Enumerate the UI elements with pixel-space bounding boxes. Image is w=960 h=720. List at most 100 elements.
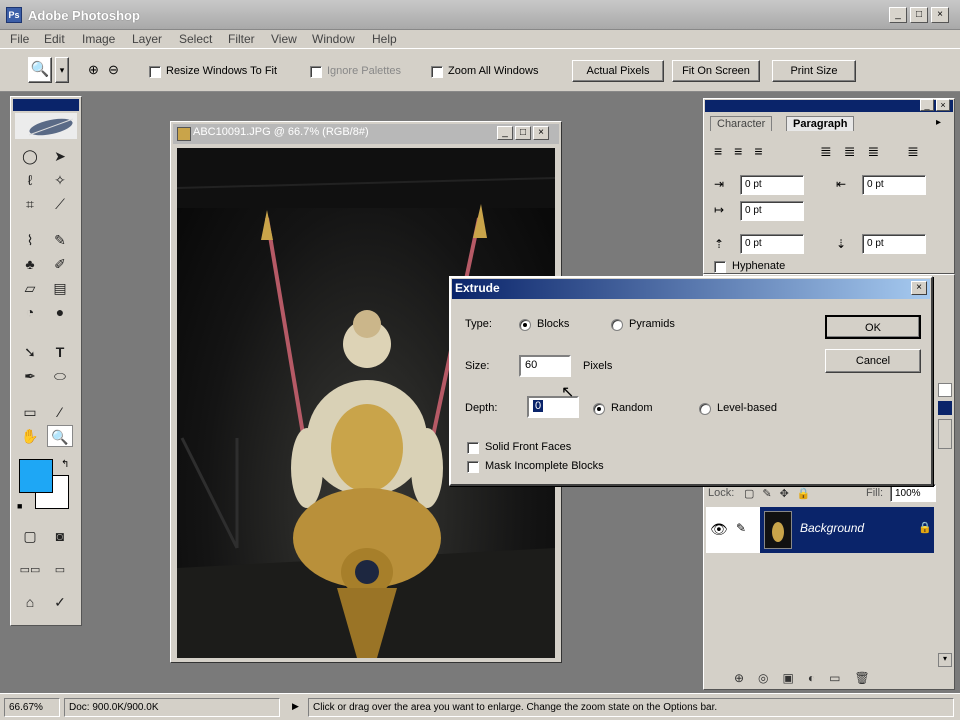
- menu-file[interactable]: File: [10, 32, 29, 46]
- zoom-in-icon[interactable]: ⊕: [88, 62, 99, 78]
- maximize-button[interactable]: □: [910, 7, 928, 23]
- actual-pixels-button[interactable]: Actual Pixels: [572, 60, 664, 82]
- eyedropper-icon[interactable]: ⁄: [47, 401, 73, 423]
- size-input[interactable]: 60: [519, 355, 571, 377]
- standard-mode-icon[interactable]: ▢: [17, 525, 43, 547]
- zoom-level[interactable]: 66.67%: [4, 698, 60, 717]
- default-colors-icon[interactable]: ■: [17, 501, 22, 511]
- jump-to-imageready-icon[interactable]: ⌂: [17, 591, 43, 613]
- print-size-button[interactable]: Print Size: [772, 60, 856, 82]
- crop-icon[interactable]: ⌗: [17, 193, 43, 215]
- pen-icon[interactable]: ✒: [17, 365, 43, 387]
- preset-dropdown-arrow-icon[interactable]: ▾: [55, 57, 69, 83]
- status-arrow-icon[interactable]: ▶: [292, 701, 299, 712]
- justify-buttons[interactable]: ≣≣≣ ≣: [820, 143, 931, 160]
- layer-row-background[interactable]: 👁 ✎ Background 🔒: [706, 507, 934, 553]
- dialog-titlebar[interactable]: [452, 279, 930, 299]
- menu-window[interactable]: Window: [312, 32, 355, 46]
- lock-icons[interactable]: ▢✎✥🔒: [744, 487, 819, 500]
- hand-icon[interactable]: ✋: [17, 425, 43, 447]
- slice-icon[interactable]: ⟋: [47, 193, 73, 215]
- history-brush-icon[interactable]: ✐: [47, 253, 73, 275]
- blocks-radio[interactable]: [519, 319, 531, 331]
- menu-view[interactable]: View: [271, 32, 297, 46]
- tab-paragraph[interactable]: Paragraph: [786, 116, 855, 131]
- eye-icon[interactable]: 👁: [710, 521, 728, 538]
- menu-filter[interactable]: Filter: [228, 32, 255, 46]
- blocks-label: Blocks: [537, 318, 570, 330]
- panel-menu-icon[interactable]: ▸: [936, 117, 941, 128]
- lasso-icon[interactable]: ℓ: [17, 169, 43, 191]
- clone-stamp-icon[interactable]: ♣: [17, 253, 43, 275]
- panel-close-button[interactable]: ×: [936, 99, 950, 111]
- magic-wand-icon[interactable]: ✧: [47, 169, 73, 191]
- space-before-field[interactable]: 0 pt: [740, 234, 804, 254]
- doc-minimize-button[interactable]: _: [497, 126, 513, 140]
- fit-on-screen-button[interactable]: Fit On Screen: [672, 60, 760, 82]
- resize-windows-checkbox[interactable]: [149, 66, 161, 78]
- screen-mode-icon[interactable]: ▭▭: [17, 559, 43, 581]
- menu-help[interactable]: Help: [372, 32, 397, 46]
- menu-image[interactable]: Image: [82, 32, 115, 46]
- tab-character[interactable]: Character: [710, 116, 773, 131]
- menu-layer[interactable]: Layer: [132, 32, 162, 46]
- fill-field[interactable]: 100%: [890, 484, 936, 502]
- doc-close-button[interactable]: ×: [533, 126, 549, 140]
- minimize-button[interactable]: _: [889, 7, 907, 23]
- ignore-palettes-checkbox[interactable]: [310, 66, 322, 78]
- fullscreen-mode-icon[interactable]: ▭: [47, 559, 73, 581]
- ok-button[interactable]: OK: [825, 315, 921, 339]
- depth-label: Depth:: [465, 402, 498, 414]
- indent-right-field[interactable]: 0 pt: [862, 175, 926, 195]
- notes-icon[interactable]: ▭: [17, 401, 43, 423]
- path-selection-icon[interactable]: ➘: [17, 341, 43, 363]
- zoom-tool-preset-icon[interactable]: 🔍: [28, 57, 52, 83]
- cancel-button[interactable]: Cancel: [825, 349, 921, 373]
- alignment-buttons[interactable]: ≡≡≡: [714, 143, 775, 159]
- move-icon[interactable]: ➤: [47, 145, 73, 167]
- mask-incomplete-blocks-checkbox[interactable]: [467, 461, 479, 473]
- layer-actions-icons[interactable]: ⊕◎▣◐▭🗑: [734, 671, 884, 685]
- random-radio[interactable]: [593, 403, 605, 415]
- paragraph-panel: _ × Character Paragraph ▸ ≡≡≡ ≣≣≣ ≣ ⇥ 0 …: [703, 98, 955, 274]
- doc-size[interactable]: Doc: 900.0K/900.0K: [64, 698, 280, 717]
- shape-icon[interactable]: ⬭: [47, 365, 73, 387]
- first-line-field[interactable]: 0 pt: [740, 201, 804, 221]
- text-icon[interactable]: T: [47, 341, 73, 363]
- healing-brush-icon[interactable]: ⌇: [17, 229, 43, 251]
- brush-icon[interactable]: ✎: [47, 229, 73, 251]
- scroll-arrow-icon[interactable]: [938, 383, 952, 397]
- menu-select[interactable]: Select: [179, 32, 212, 46]
- zoom-all-windows-label: Zoom All Windows: [448, 65, 539, 77]
- layer-thumbnail: [764, 511, 792, 549]
- marquee-icon[interactable]: ◯: [17, 145, 43, 167]
- zoom-out-icon[interactable]: ⊖: [108, 62, 119, 78]
- swap-colors-icon[interactable]: ↰: [61, 459, 69, 470]
- quickmask-mode-icon[interactable]: ◙: [47, 525, 73, 547]
- indent-left-field[interactable]: 0 pt: [740, 175, 804, 195]
- gradient-icon[interactable]: ▤: [47, 277, 73, 299]
- panel-minimize-button[interactable]: _: [920, 99, 934, 111]
- type-label: Type:: [465, 318, 492, 330]
- dodge-icon[interactable]: ●: [47, 301, 73, 323]
- pyramids-radio[interactable]: [611, 319, 623, 331]
- close-button[interactable]: ×: [931, 7, 949, 23]
- dialog-close-button[interactable]: ×: [911, 281, 927, 295]
- checkmark-icon[interactable]: ✓: [47, 591, 73, 613]
- indent-right-icon: ⇤: [836, 177, 847, 191]
- space-after-field[interactable]: 0 pt: [862, 234, 926, 254]
- zoom-all-windows-checkbox[interactable]: [431, 66, 443, 78]
- blur-icon[interactable]: ◔: [17, 301, 43, 323]
- scroll-thumb[interactable]: [938, 401, 952, 415]
- solid-front-faces-checkbox[interactable]: [467, 442, 479, 454]
- eraser-icon[interactable]: ▱: [17, 277, 43, 299]
- zoom-tool-icon[interactable]: 🔍: [47, 425, 73, 447]
- doc-maximize-button[interactable]: □: [515, 126, 531, 140]
- hyphenate-checkbox[interactable]: [714, 261, 726, 273]
- tools-panel: ◯ ➤ ℓ ✧ ⌗ ⟋ ⌇ ✎ ♣ ✐ ▱ ▤ ◔ ● ➘ T ✒ ⬭ ▭ ⁄ …: [10, 96, 82, 626]
- menu-edit[interactable]: Edit: [44, 32, 65, 46]
- scroll-track[interactable]: [938, 419, 952, 449]
- scroll-down-arrow-icon[interactable]: ▾: [938, 653, 952, 667]
- foreground-color-swatch[interactable]: [19, 459, 53, 493]
- level-based-radio[interactable]: [699, 403, 711, 415]
